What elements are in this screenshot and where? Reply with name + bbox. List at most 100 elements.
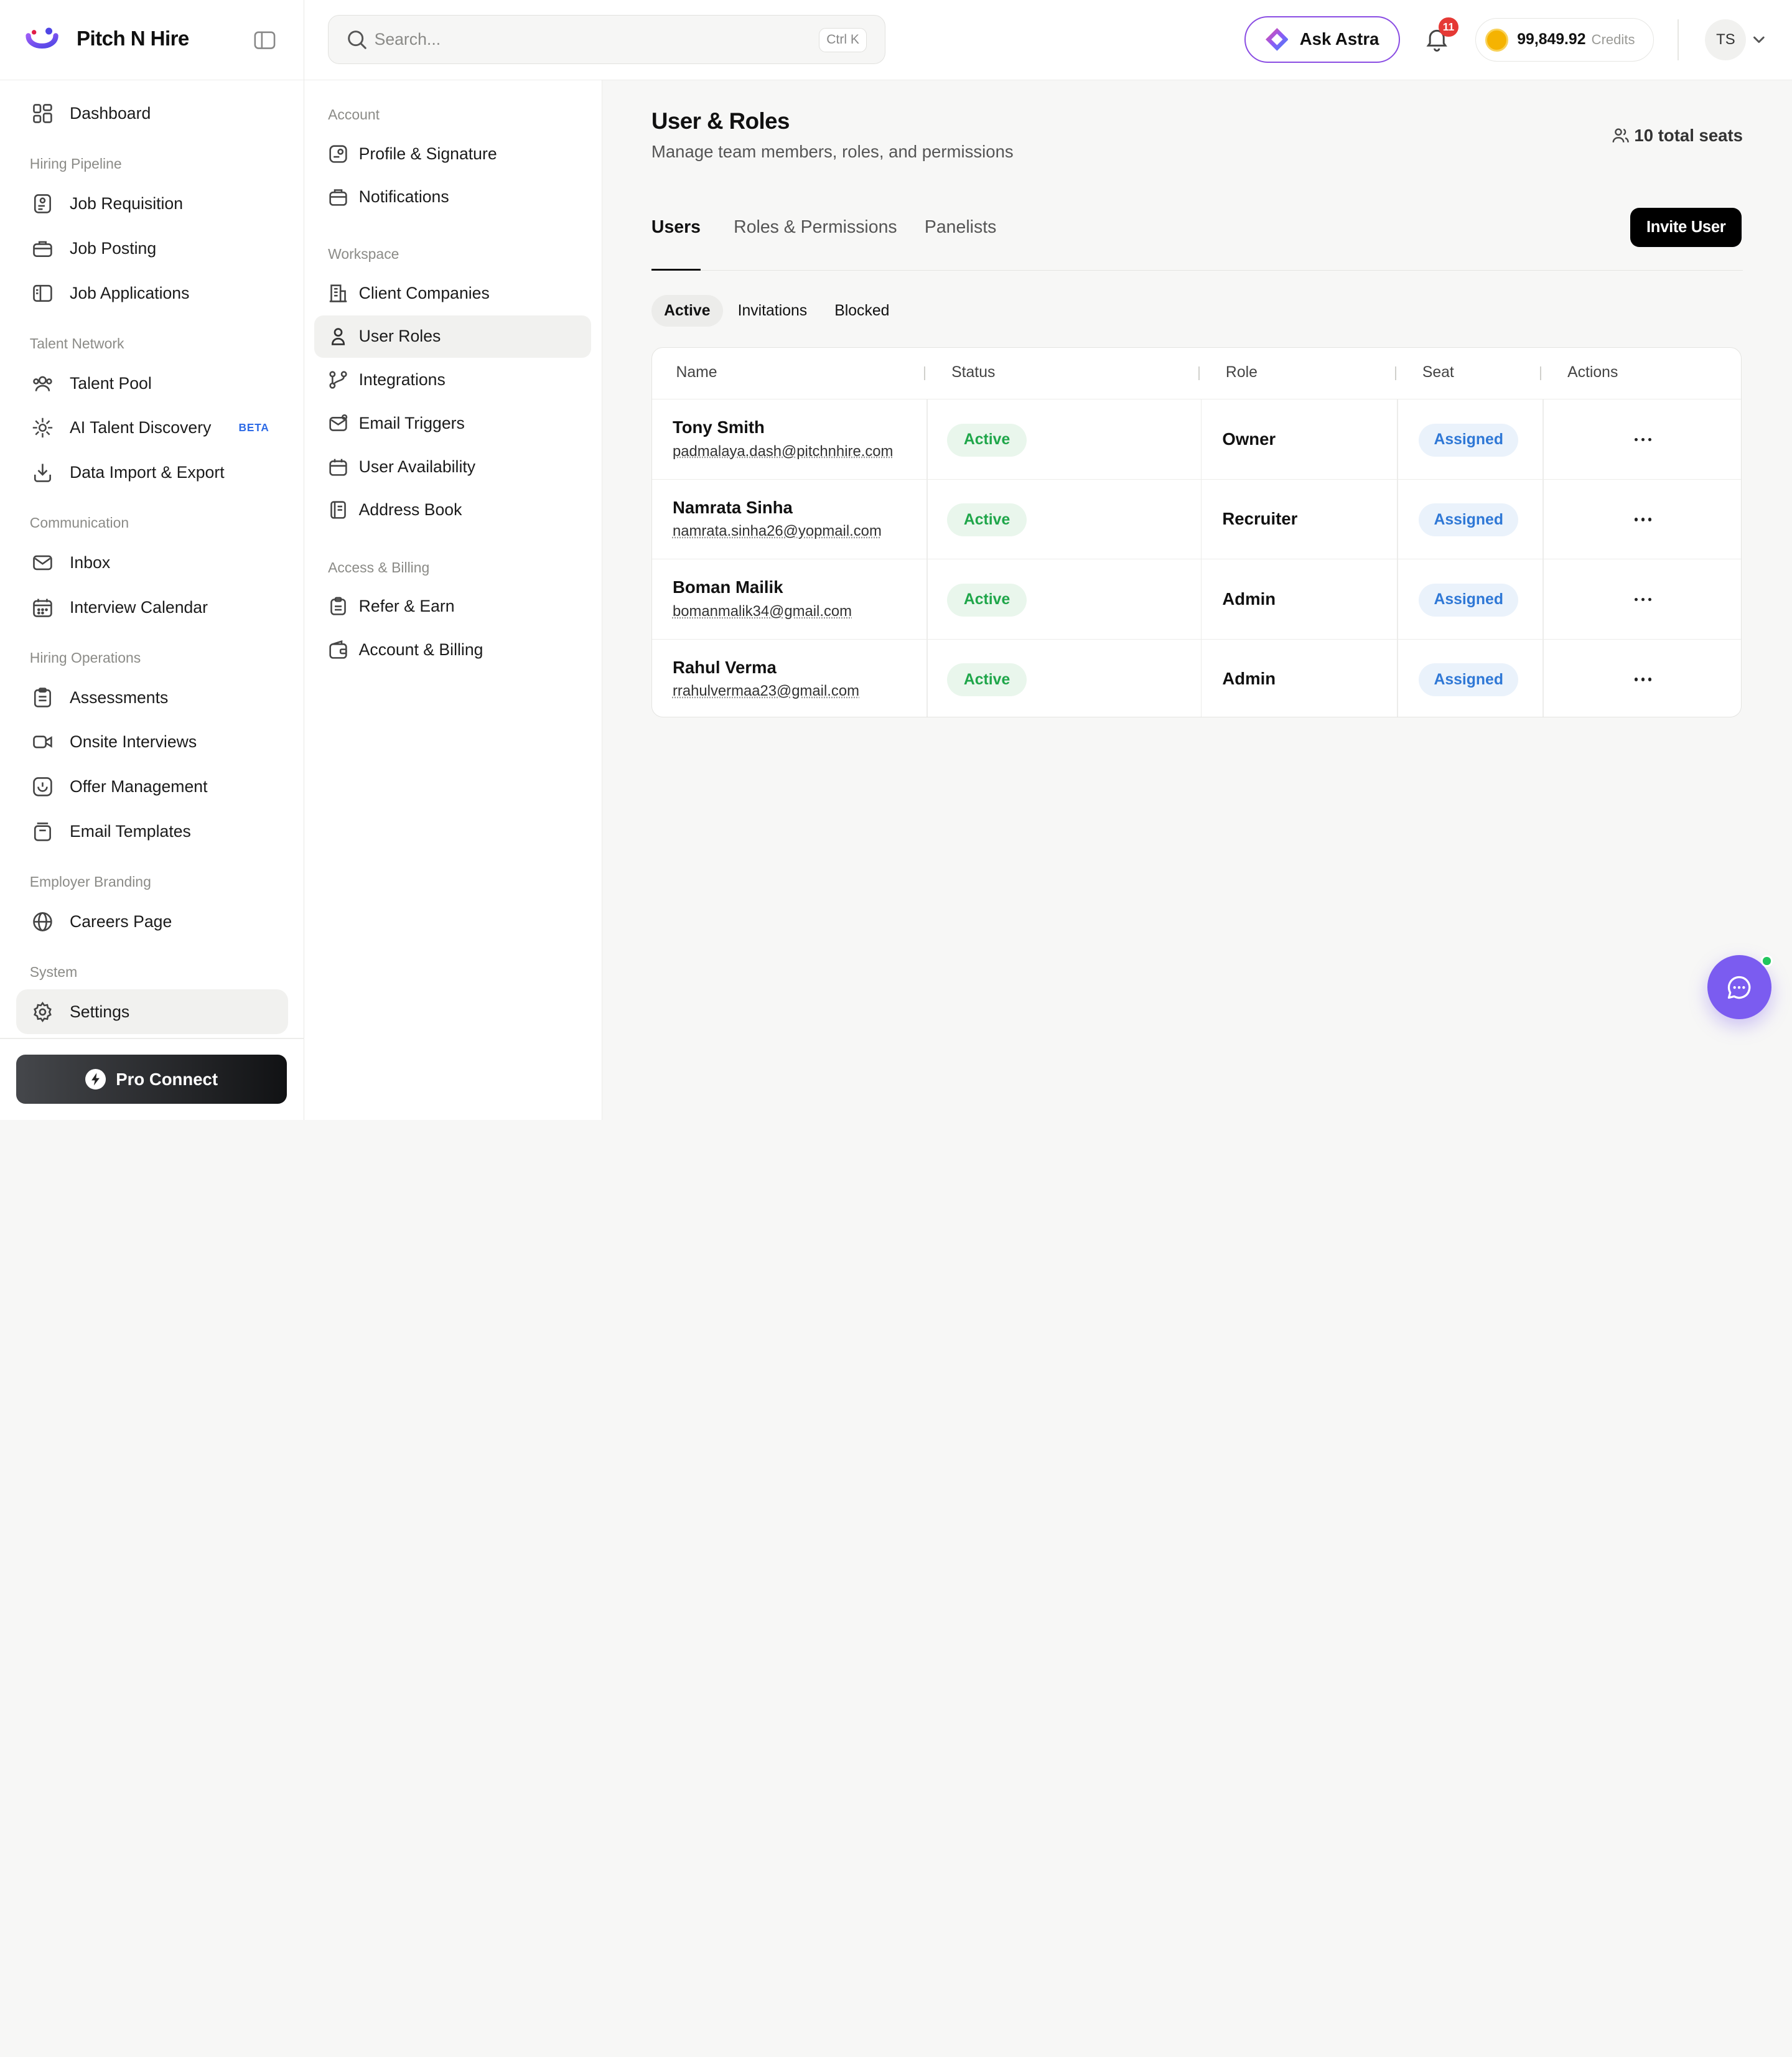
nav-item-onsite-interviews[interactable]: Onsite Interviews — [16, 720, 288, 765]
nav-item-settings[interactable]: Settings — [16, 989, 288, 1034]
more-actions-icon[interactable] — [1630, 669, 1655, 689]
settings-item-address-book[interactable]: Address Book — [314, 489, 591, 531]
nav-section-employer-branding: Employer Branding — [0, 854, 304, 899]
filter-blocked[interactable]: Blocked — [822, 295, 902, 327]
nav-item-careers-page[interactable]: Careers Page — [16, 899, 288, 944]
cell-divider — [1397, 480, 1398, 559]
nav-item-job-posting[interactable]: Job Posting — [16, 226, 288, 271]
settings-item-integrations[interactable]: Integrations — [314, 359, 591, 401]
more-actions-icon[interactable] — [1630, 509, 1655, 529]
nav-item-data-import-export[interactable]: Data Import & Export — [16, 450, 288, 495]
nav-item-label: Onsite Interviews — [70, 732, 197, 752]
filter-invitations[interactable]: Invitations — [725, 295, 819, 327]
briefcase-icon — [32, 238, 54, 259]
settings-item-account-billing[interactable]: Account & Billing — [314, 628, 591, 671]
search-input[interactable] — [375, 26, 786, 53]
nav-item-job-applications[interactable]: Job Applications — [16, 271, 288, 315]
table-row[interactable]: Tony Smith padmalaya.dash@pitchnhire.com… — [652, 399, 1741, 480]
more-actions-icon[interactable] — [1630, 429, 1655, 450]
ask-astra-button[interactable]: Ask Astra — [1244, 16, 1400, 63]
user-role: Owner — [1222, 429, 1276, 449]
table-row[interactable]: Boman Mailik bomanmalik34@gmail.com Acti… — [652, 559, 1741, 640]
chat-bubble-icon — [1725, 974, 1753, 1001]
settings-item-notifications[interactable]: Notifications — [314, 176, 591, 218]
column-divider — [1198, 366, 1200, 380]
invite-user-button[interactable]: Invite User — [1630, 208, 1742, 246]
building-icon — [328, 283, 348, 304]
user-email[interactable]: rrahulvermaa23@gmail.com — [673, 683, 859, 700]
column-header-seat[interactable]: Seat — [1422, 364, 1454, 381]
nav-item-label: Dashboard — [70, 104, 151, 123]
nav-item-email-templates[interactable]: Email Templates — [16, 809, 288, 854]
column-header-role[interactable]: Role — [1226, 364, 1258, 381]
nav-item-dashboard[interactable]: Dashboard — [16, 91, 288, 136]
cell-divider — [1201, 559, 1202, 639]
filter-active[interactable]: Active — [651, 295, 723, 327]
nav-item-job-requisition[interactable]: Job Requisition — [16, 182, 288, 226]
seat-badge: Assigned — [1419, 503, 1518, 536]
tab-panelists[interactable]: Panelists — [925, 217, 996, 269]
settings-item-client-companies[interactable]: Client Companies — [314, 272, 591, 314]
beta-badge: BETA — [238, 421, 269, 434]
page-subtitle: Manage team members, roles, and permissi… — [651, 142, 1014, 162]
user-email[interactable]: namrata.sinha26@yopmail.com — [673, 523, 882, 540]
job-requisition-icon — [32, 193, 54, 215]
column-header-status[interactable]: Status — [951, 364, 995, 381]
brand-logo-icon[interactable] — [25, 24, 59, 56]
chevron-down-icon[interactable] — [1751, 32, 1767, 48]
table-row[interactable]: Rahul Verma rrahulvermaa23@gmail.com Act… — [652, 640, 1741, 718]
settings-section-workspace: Workspace — [304, 220, 602, 272]
settings-item-user-roles[interactable]: User Roles — [314, 315, 591, 358]
pro-connect-button[interactable]: Pro Connect — [16, 1055, 287, 1104]
astra-logo-icon — [1266, 28, 1289, 51]
nav-section-communication: Communication — [0, 495, 304, 540]
tab-users[interactable]: Users — [651, 217, 701, 269]
cell-divider — [1201, 480, 1202, 559]
nav-item-talent-pool[interactable]: Talent Pool — [16, 361, 288, 406]
settings-item-label: Account & Billing — [359, 640, 483, 660]
tab-roles-permissions[interactable]: Roles & Permissions — [734, 217, 897, 269]
brand-header: Pitch N Hire — [0, 0, 304, 80]
credits-chip[interactable]: 99,849.92 Credits — [1475, 18, 1654, 62]
credits-label: Credits — [1592, 32, 1635, 48]
online-status-dot — [1761, 955, 1772, 966]
applications-icon — [32, 282, 54, 304]
nav-item-label: Interview Calendar — [70, 598, 208, 617]
cell-divider — [1397, 640, 1398, 718]
user-avatar[interactable]: TS — [1705, 19, 1746, 60]
lightning-icon — [85, 1069, 106, 1089]
more-actions-icon[interactable] — [1630, 589, 1655, 610]
sidebar-toggle-icon[interactable] — [254, 31, 276, 49]
user-email[interactable]: bomanmalik34@gmail.com — [673, 603, 852, 620]
status-filter: Active Invitations Blocked — [651, 295, 904, 327]
user-role: Admin — [1222, 589, 1276, 609]
nav-item-label: Job Applications — [70, 284, 189, 303]
settings-item-user-availability[interactable]: User Availability — [314, 445, 591, 488]
settings-item-email-triggers[interactable]: Email Triggers — [314, 402, 591, 444]
settings-item-label: User Availability — [359, 457, 475, 477]
user-role: Admin — [1222, 669, 1276, 689]
nav-item-offer-management[interactable]: Offer Management — [16, 765, 288, 809]
column-divider — [924, 366, 925, 380]
main-content: User & Roles Manage team members, roles,… — [602, 80, 1792, 1120]
main-nav: Dashboard Hiring Pipeline Job Requisitio… — [0, 91, 304, 1034]
status-badge: Active — [947, 584, 1027, 617]
column-header-name[interactable]: Name — [676, 364, 717, 381]
settings-item-refer-earn[interactable]: Refer & Earn — [314, 585, 591, 627]
nav-item-label: Job Requisition — [70, 194, 183, 213]
search-box[interactable]: Ctrl K — [328, 15, 885, 64]
cell-divider — [1201, 399, 1202, 479]
user-email[interactable]: padmalaya.dash@pitchnhire.com — [673, 443, 893, 460]
nav-item-ai-talent-discovery[interactable]: AI Talent Discovery BETA — [16, 406, 288, 450]
cell-divider — [1201, 640, 1202, 718]
nav-item-assessments[interactable]: Assessments — [16, 675, 288, 720]
nav-item-inbox[interactable]: Inbox — [16, 541, 288, 585]
calendar-check-icon — [328, 457, 348, 477]
dashboard-icon — [32, 103, 54, 124]
column-divider — [1540, 366, 1541, 380]
nav-item-interview-calendar[interactable]: Interview Calendar — [16, 585, 288, 630]
settings-item-profile-signature[interactable]: Profile & Signature — [314, 133, 591, 175]
table-row[interactable]: Namrata Sinha namrata.sinha26@yopmail.co… — [652, 480, 1741, 560]
sidebar-divider — [0, 1038, 304, 1039]
users-group-icon — [32, 373, 54, 394]
